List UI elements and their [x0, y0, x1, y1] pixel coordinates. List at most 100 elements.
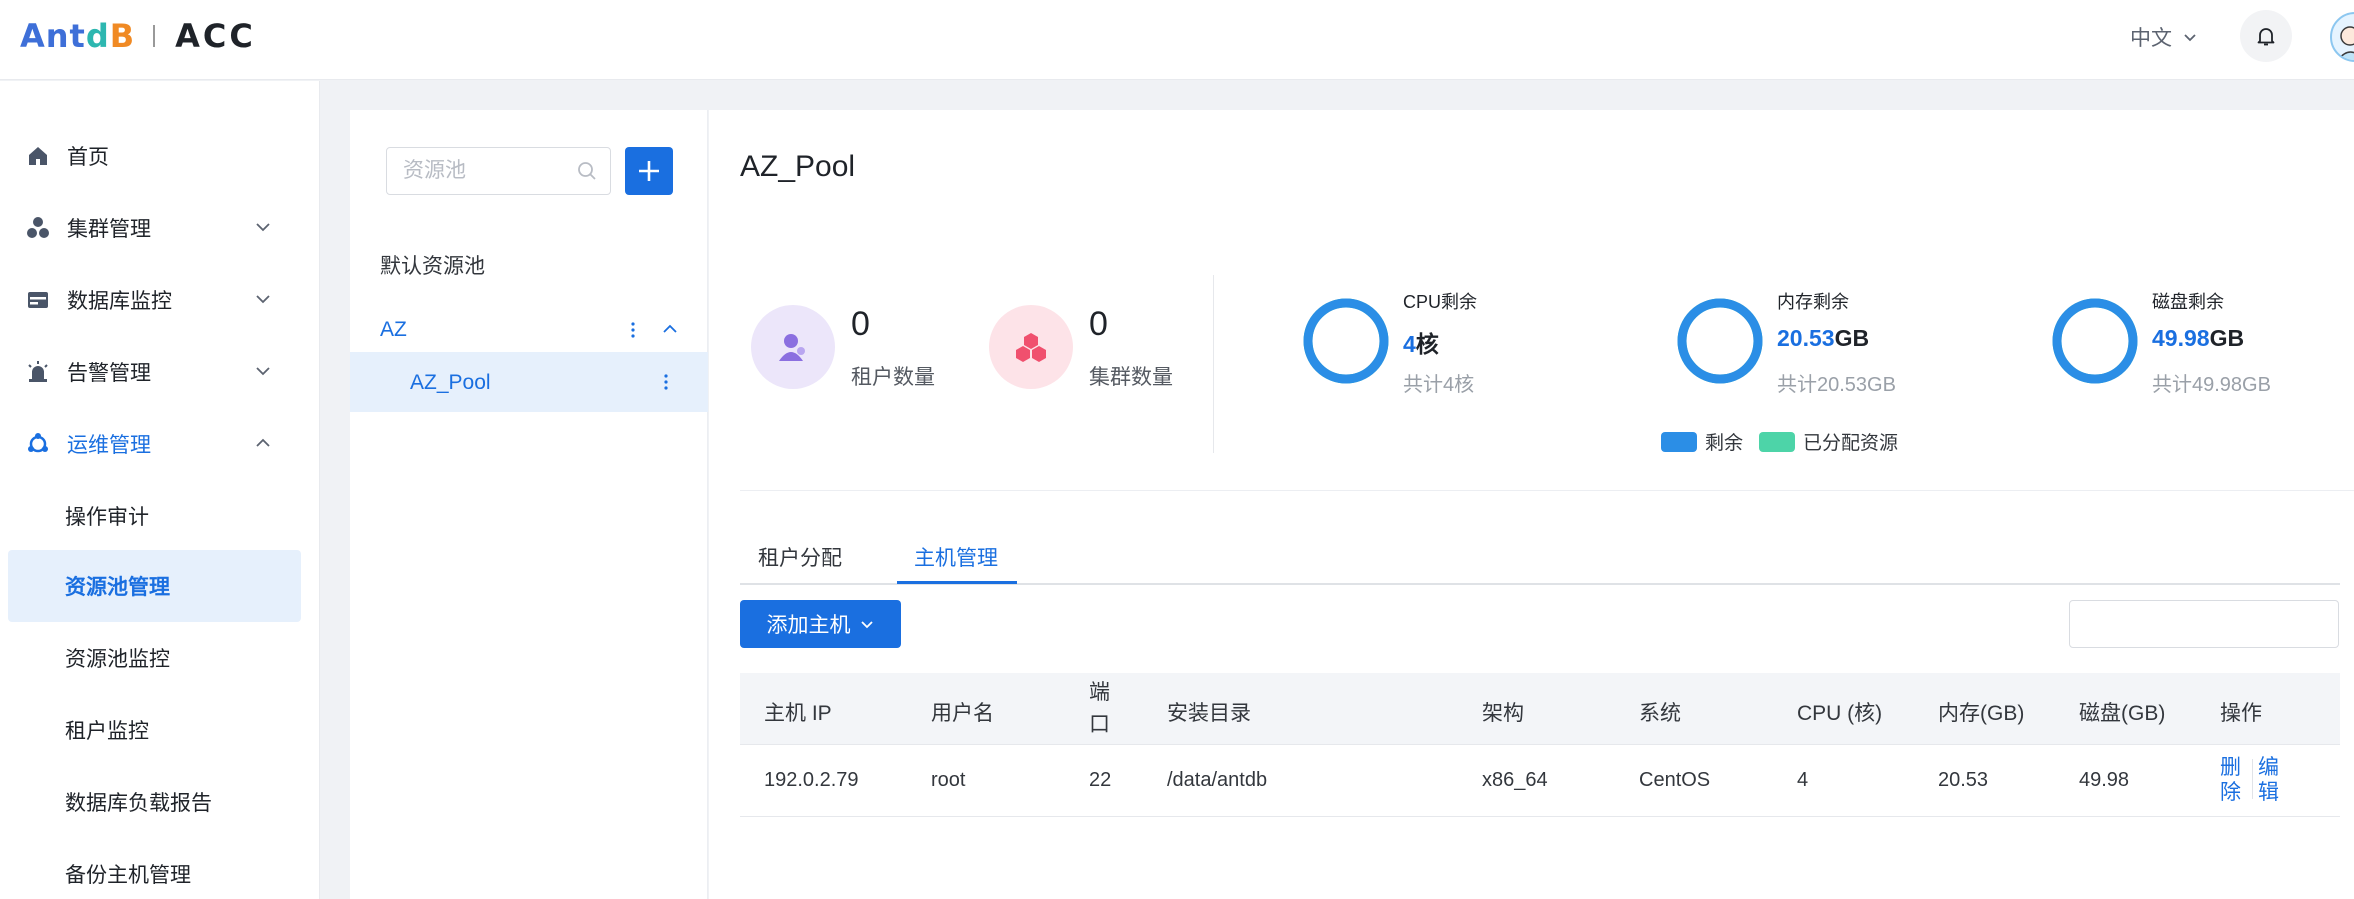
col-header-arch: 架构 — [1482, 702, 1524, 725]
sidebar-subitem-backup-host[interactable]: 备份主机管理 — [8, 838, 301, 899]
col-header-disk: 磁盘(GB) — [2079, 702, 2166, 725]
sidebar-subitem-label: 备份主机管理 — [65, 864, 191, 887]
sidebar-item-cluster[interactable]: 集群管理 — [0, 192, 320, 264]
cpu-value-unit: 核 — [1415, 331, 1439, 357]
app-logo[interactable]: AntdB ACC — [20, 17, 256, 55]
cluster-stat-icon-bg — [989, 305, 1073, 389]
disk-ring-chart — [2052, 298, 2138, 384]
col-header-mem: 内存(GB) — [1938, 702, 2025, 725]
pool-detail-panel: AZ_Pool 0 租户数量 0 集群数量 CPU剩余 4核 共计4核 内存剩余… — [709, 110, 2354, 899]
chevron-down-icon — [256, 295, 270, 304]
sidebar-subitem-label: 租户监控 — [65, 720, 149, 743]
chevron-down-icon — [2184, 34, 2196, 42]
tenant-icon — [779, 334, 805, 361]
bell-icon — [2257, 28, 2275, 46]
cell-port: 22 — [1089, 769, 1112, 791]
cpu-value: 4核 — [1403, 325, 1439, 359]
cluster-icon — [1016, 333, 1046, 362]
chevron-up-icon[interactable] — [660, 319, 680, 339]
sidebar-item-db-monitor[interactable]: 数据库监控 — [0, 264, 320, 336]
cluster-icon — [27, 217, 49, 238]
sidebar-item-ops[interactable]: 运维管理 — [0, 408, 320, 480]
tab-tenant-allocation[interactable]: 租户分配 — [758, 542, 842, 572]
logo-brand: AntdB — [20, 17, 136, 55]
tab-active-indicator — [897, 581, 1017, 584]
tree-group-az[interactable]: AZ — [350, 302, 708, 358]
plus-icon — [639, 161, 659, 181]
cell-dir: /data/antdb — [1167, 769, 1268, 791]
sidebar-subitem-label: 操作审计 — [65, 506, 149, 529]
col-header-user: 用户名 — [931, 702, 994, 725]
cell-arch: x86_64 — [1482, 769, 1548, 791]
sidebar-subitem-label: 资源池监控 — [65, 648, 170, 671]
cpu-ring-remaining — [1303, 298, 1389, 384]
edit-link-line: 编 — [2258, 756, 2279, 779]
sidebar-subitem-pool-monitor[interactable]: 资源池监控 — [8, 622, 301, 694]
delete-link-line: 删 — [2220, 756, 2241, 779]
sidebar-subitem-audit[interactable]: 操作审计 — [8, 480, 301, 552]
sidebar-item-label: 运维管理 — [67, 434, 151, 457]
memory-title: 内存剩余 — [1777, 292, 1849, 312]
sidebar-subitem-label: 数据库负载报告 — [65, 792, 212, 815]
col-header-port-line: 端 — [1089, 681, 1110, 704]
notification-button[interactable] — [2240, 10, 2292, 62]
delete-link-line: 除 — [2220, 781, 2241, 804]
search-icon[interactable] — [576, 160, 598, 182]
col-header-dir: 安装目录 — [1167, 702, 1251, 725]
memory-value-unit: GB — [1834, 325, 1870, 351]
disk-value: 49.98GB — [2152, 325, 2244, 352]
sidebar-subitem-db-report[interactable]: 数据库负载报告 — [8, 766, 301, 838]
more-vertical-icon[interactable] — [661, 368, 671, 396]
cpu-ring-chart — [1303, 298, 1389, 384]
disk-title: 磁盘剩余 — [2152, 292, 2224, 312]
add-host-label: 添加主机 — [766, 614, 851, 637]
edit-link[interactable]: 编 辑 — [2258, 755, 2279, 805]
more-vertical-icon[interactable] — [628, 316, 638, 344]
tab-host-management[interactable]: 主机管理 — [914, 542, 998, 572]
sidebar-subitem-tenant-monitor[interactable]: 租户监控 — [8, 694, 301, 766]
pool-search-input[interactable] — [387, 148, 567, 194]
col-header-cpu: CPU (核) — [1797, 702, 1883, 725]
cell-ip: 192.0.2.79 — [764, 769, 859, 791]
disk-value-number: 49.98 — [2152, 325, 2210, 351]
col-header-port-line: 口 — [1089, 713, 1110, 736]
cluster-count: 0 — [1089, 305, 1108, 343]
host-filter-input[interactable] — [2069, 600, 2339, 648]
section-divider — [740, 490, 2354, 491]
col-header-ip: 主机 IP — [764, 702, 832, 725]
memory-ring-remaining — [1677, 298, 1763, 384]
pool-tree-panel: 默认资源池 AZ AZ_Pool — [350, 110, 708, 899]
col-header-os: 系统 — [1639, 702, 1681, 725]
tenant-stat-icon-bg — [751, 305, 835, 389]
top-header: AntdB ACC 中文 — [0, 0, 2354, 80]
delete-link[interactable]: 删 除 — [2220, 755, 2241, 805]
cell-disk: 49.98 — [2079, 769, 2130, 791]
cpu-total: 共计4核 — [1403, 374, 1475, 396]
ops-icon — [28, 433, 48, 453]
disk-total: 共计49.98GB — [2152, 374, 2271, 396]
detail-tabs: 租户分配 主机管理 — [740, 530, 2340, 585]
disk-ring-remaining — [2052, 298, 2138, 384]
sidebar-item-label: 首页 — [67, 146, 109, 169]
language-selector[interactable]: 中文 — [2130, 22, 2198, 52]
logo-divider — [153, 25, 156, 47]
disk-value-unit: GB — [2209, 325, 2245, 351]
sidebar-item-alarm[interactable]: 告警管理 — [0, 336, 320, 408]
sidebar-subitem-resource-pool[interactable]: 资源池管理 — [8, 550, 301, 622]
chevron-up-icon — [256, 438, 270, 447]
add-pool-button[interactable] — [625, 147, 673, 195]
stats-divider — [1213, 275, 1214, 453]
chevron-down-icon — [256, 223, 270, 232]
user-avatar[interactable] — [2330, 12, 2354, 62]
chevron-down-icon — [860, 621, 873, 629]
add-host-button[interactable]: 添加主机 — [740, 600, 901, 648]
tree-default-pool[interactable]: 默认资源池 — [380, 250, 485, 280]
sidebar-item-label: 告警管理 — [67, 362, 151, 385]
memory-total: 共计20.53GB — [1777, 374, 1896, 396]
avatar-icon — [2337, 26, 2354, 60]
legend-label-allocated: 已分配资源 — [1803, 433, 1899, 454]
sidebar-item-home[interactable]: 首页 — [0, 120, 320, 192]
tree-item-az-pool[interactable]: AZ_Pool — [350, 352, 708, 412]
resource-legend: 剩余 已分配资源 — [1661, 428, 1898, 455]
legend-label-remaining: 剩余 — [1705, 433, 1744, 454]
